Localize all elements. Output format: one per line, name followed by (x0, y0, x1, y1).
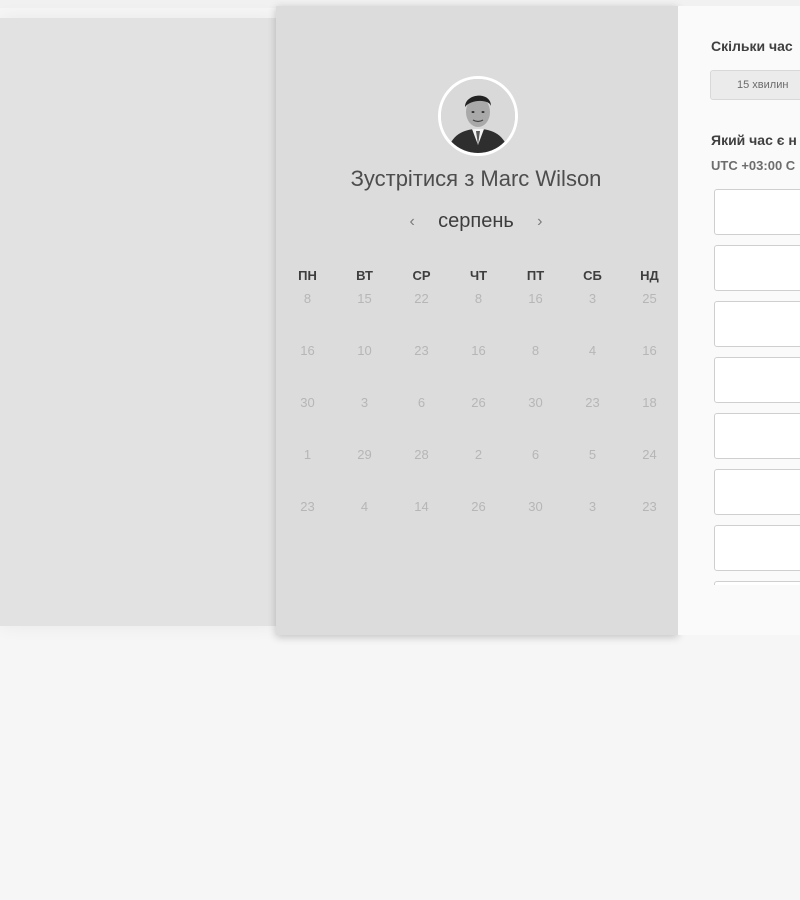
calendar-day: 4 (588, 343, 597, 358)
calendar-day: 23 (585, 395, 600, 410)
weekday-wed: СР (412, 268, 431, 283)
host-avatar (438, 76, 518, 156)
next-month-chevron-icon[interactable]: › (532, 213, 548, 231)
meeting-title: Зустрітися з Marc Wilson (350, 166, 602, 191)
calendar-day: 16 (471, 343, 486, 358)
calendar-day: 16 (528, 291, 543, 306)
calendar-day: 22 (414, 291, 429, 306)
scheduling-panel: Скільки час 15 хвилин Який час є н UTC +… (678, 6, 800, 635)
weekday-sat: СБ (583, 268, 602, 283)
background-panel (0, 18, 276, 626)
timezone-label[interactable]: UTC +03:00 C (711, 158, 795, 173)
calendar-day: 30 (300, 395, 315, 410)
time-slot-list (714, 189, 800, 585)
calendar-day: 23 (300, 499, 315, 514)
calendar-day: 8 (303, 291, 312, 306)
duration-option-button[interactable]: 15 хвилин (710, 70, 800, 100)
calendar-day: 1 (303, 447, 312, 462)
weekday-header: ПН ВТ СР ЧТ ПТ СБ НД (279, 268, 679, 283)
calendar-day: 23 (642, 499, 657, 514)
calendar-day: 24 (642, 447, 657, 462)
person-photo-icon (441, 79, 515, 153)
time-slot-button[interactable] (714, 413, 800, 459)
calendar-day: 5 (588, 447, 597, 462)
calendar-day: 6 (531, 447, 540, 462)
calendar-day: 28 (414, 447, 429, 462)
calendar-day: 18 (642, 395, 657, 410)
calendar-day: 14 (414, 499, 429, 514)
calendar-day: 29 (357, 447, 372, 462)
calendar-day: 25 (642, 291, 657, 306)
calendar-day: 6 (417, 395, 426, 410)
calendar-day: 8 (531, 343, 540, 358)
calendar-day: 8 (474, 291, 483, 306)
calendar-day: 16 (300, 343, 315, 358)
weekday-sun: НД (640, 268, 659, 283)
weekday-tue: ВТ (356, 268, 373, 283)
weekday-fri: ПТ (526, 268, 545, 283)
weekday-thu: ЧТ (469, 268, 488, 283)
calendar-day: 15 (357, 291, 372, 306)
time-slot-button[interactable] (714, 525, 800, 571)
calendar-day: 23 (414, 343, 429, 358)
time-slot-button[interactable] (714, 245, 800, 291)
calendar-day: 16 (642, 343, 657, 358)
time-slot-button[interactable] (714, 301, 800, 347)
time-title: Який час є н (711, 132, 797, 148)
calendar-day: 30 (528, 499, 543, 514)
calendar-day: 3 (588, 291, 597, 306)
calendar-day: 26 (471, 395, 486, 410)
prev-month-chevron-icon[interactable]: ‹ (404, 213, 420, 231)
calendar-card: Зустрітися з Marc Wilson ‹ серпень › ПН … (276, 6, 678, 635)
calendar-day: 4 (360, 499, 369, 514)
time-slot-button[interactable] (714, 357, 800, 403)
calendar-day: 2 (474, 447, 483, 462)
time-slot-button[interactable] (714, 581, 800, 585)
calendar-day: 3 (360, 395, 369, 410)
calendar-day: 30 (528, 395, 543, 410)
month-navigation: ‹ серпень › (276, 210, 676, 233)
time-slot-button[interactable] (714, 469, 800, 515)
time-slot-button[interactable] (714, 189, 800, 235)
weekday-mon: ПН (298, 268, 317, 283)
days-grid: 8 15 22 8 16 3 25 16 10 23 16 8 4 16 30 … (279, 292, 679, 552)
calendar-day: 10 (357, 343, 372, 358)
month-label: серпень (438, 210, 514, 232)
calendar-day: 3 (588, 499, 597, 514)
duration-title: Скільки час (711, 38, 793, 54)
calendar-day: 26 (471, 499, 486, 514)
